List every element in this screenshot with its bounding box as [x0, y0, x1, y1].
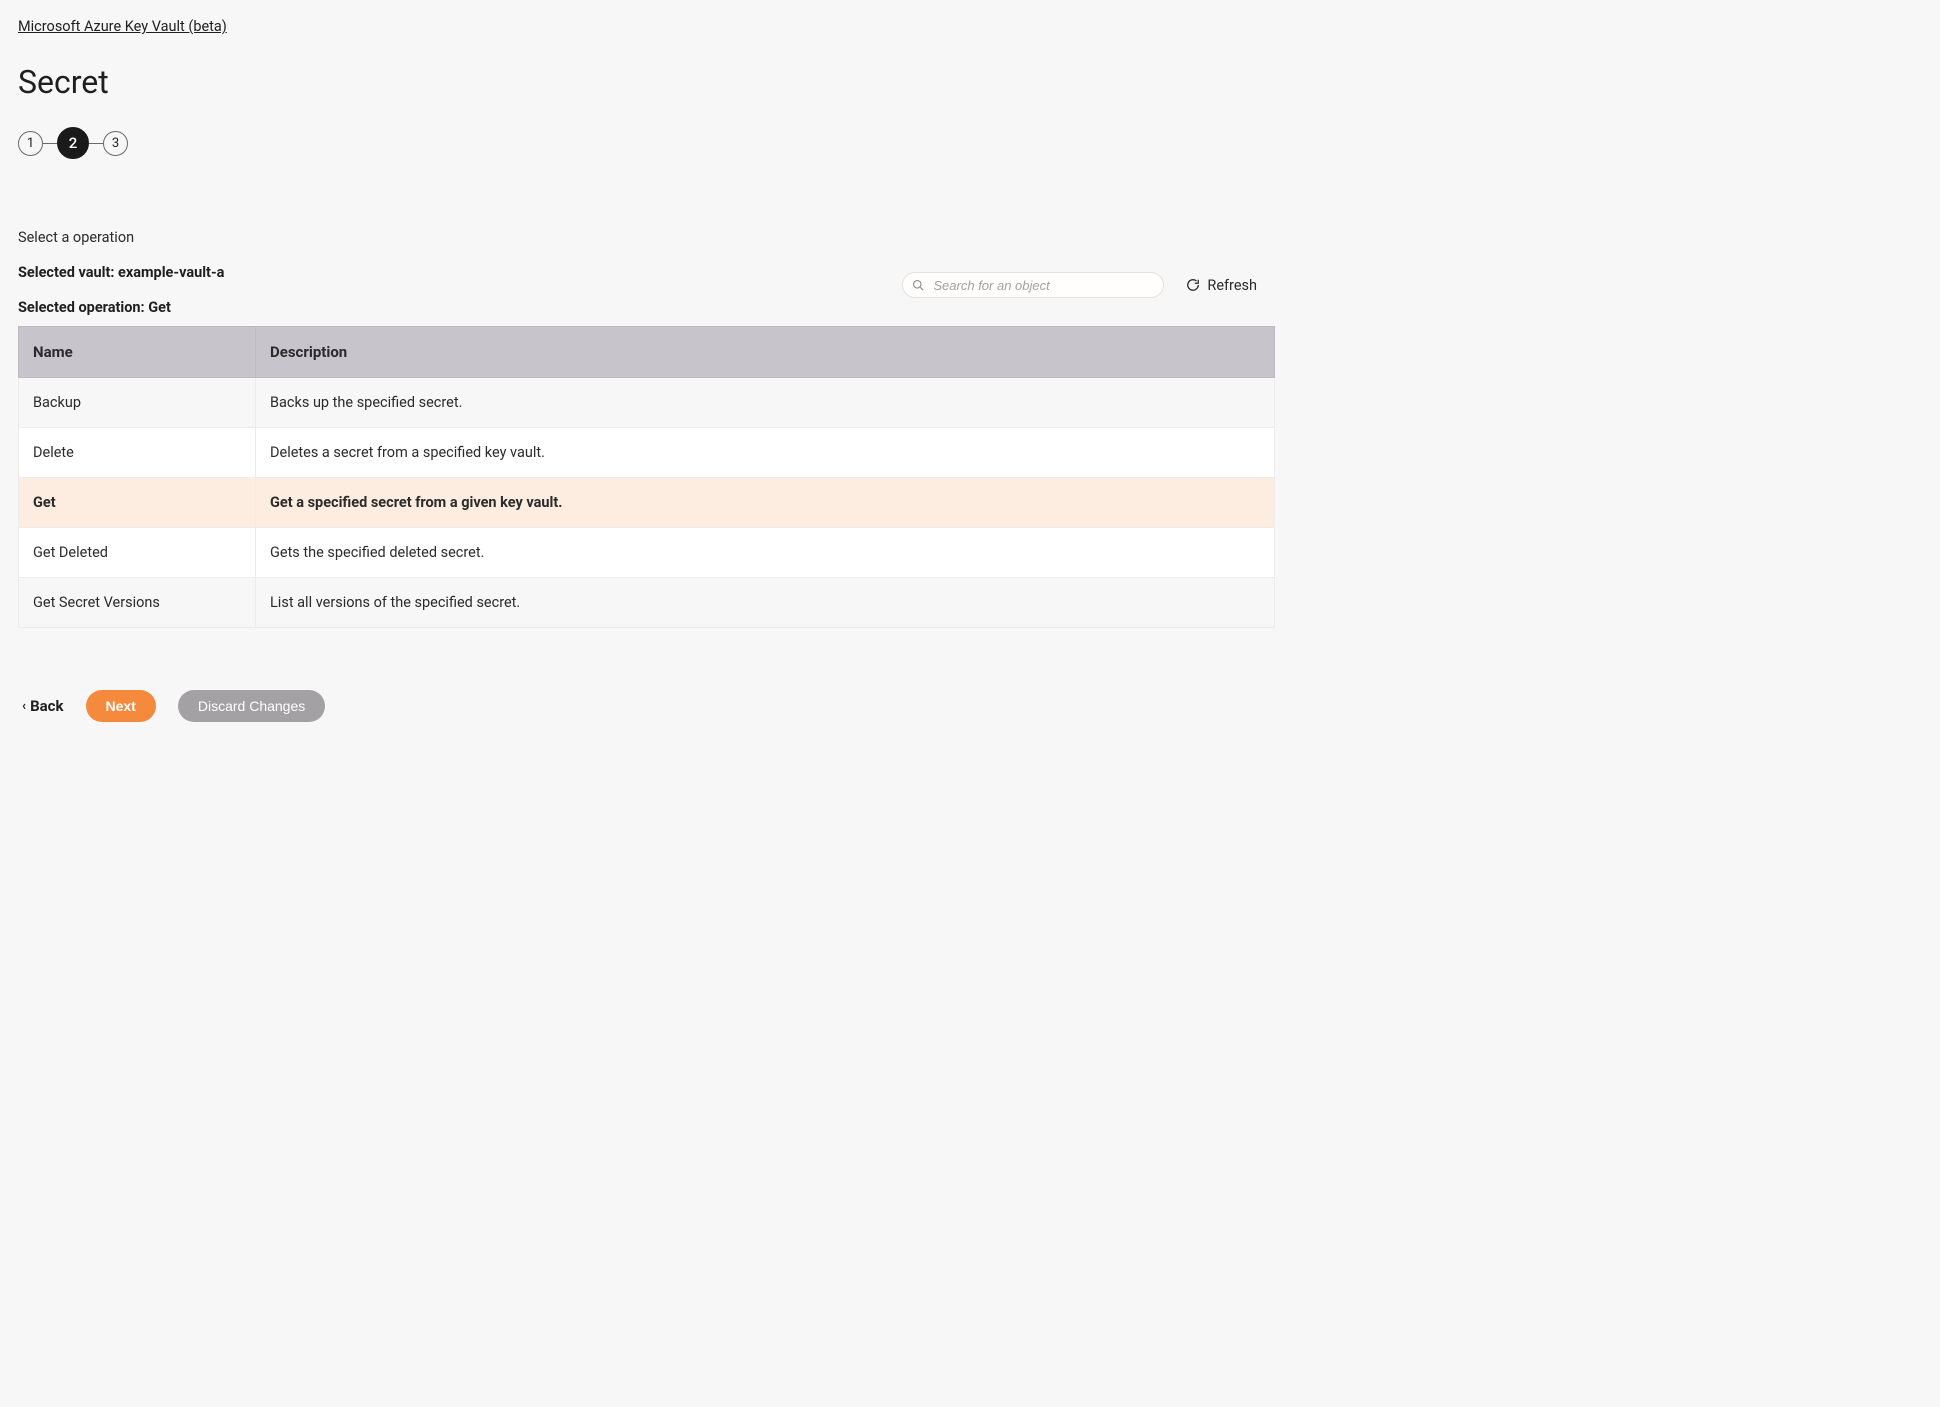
operation-name-cell: Get Secret Versions — [19, 578, 256, 628]
operation-description-cell: List all versions of the specified secre… — [256, 578, 1275, 628]
operation-name-cell: Get Deleted — [19, 528, 256, 578]
step-connector — [43, 143, 57, 144]
footer-actions: ‹ Back Next Discard Changes — [18, 690, 1275, 722]
selected-operation-text: Selected operation: Get — [18, 299, 1275, 316]
operations-table: Name Description BackupBacks up the spec… — [18, 326, 1275, 628]
operation-description-cell: Gets the specified deleted secret. — [256, 528, 1275, 578]
select-operation-label: Select a operation — [18, 229, 1275, 246]
step-1[interactable]: 1 — [18, 131, 43, 156]
back-label: Back — [30, 697, 63, 715]
discard-changes-button[interactable]: Discard Changes — [178, 690, 325, 722]
next-button[interactable]: Next — [86, 690, 156, 722]
wizard-stepper: 1 2 3 — [18, 127, 1275, 159]
col-header-description: Description — [256, 327, 1275, 378]
refresh-label: Refresh — [1207, 277, 1257, 294]
operation-name-cell: Delete — [19, 428, 256, 478]
chevron-left-icon: ‹ — [22, 700, 26, 713]
operation-name-cell: Backup — [19, 378, 256, 428]
col-header-name: Name — [19, 327, 256, 378]
operation-description-cell: Deletes a secret from a specified key va… — [256, 428, 1275, 478]
search-input[interactable] — [902, 272, 1164, 298]
table-row[interactable]: DeleteDeletes a secret from a specified … — [19, 428, 1275, 478]
operation-name-cell: Get — [19, 478, 256, 528]
search-icon — [912, 279, 924, 291]
search-field-wrap — [902, 272, 1164, 298]
table-row[interactable]: Get Secret VersionsList all versions of … — [19, 578, 1275, 628]
table-row[interactable]: GetGet a specified secret from a given k… — [19, 478, 1275, 528]
step-connector — [89, 143, 103, 144]
page-title: Secret — [18, 63, 1275, 101]
breadcrumb-link[interactable]: Microsoft Azure Key Vault (beta) — [18, 18, 227, 35]
step-3[interactable]: 3 — [103, 131, 128, 156]
operation-description-cell: Backs up the specified secret. — [256, 378, 1275, 428]
operation-description-cell: Get a specified secret from a given key … — [256, 478, 1275, 528]
back-button[interactable]: ‹ Back — [22, 697, 64, 715]
step-2[interactable]: 2 — [57, 127, 89, 159]
refresh-button[interactable]: Refresh — [1186, 277, 1257, 294]
table-row[interactable]: Get DeletedGets the specified deleted se… — [19, 528, 1275, 578]
refresh-icon — [1186, 278, 1200, 292]
table-row[interactable]: BackupBacks up the specified secret. — [19, 378, 1275, 428]
